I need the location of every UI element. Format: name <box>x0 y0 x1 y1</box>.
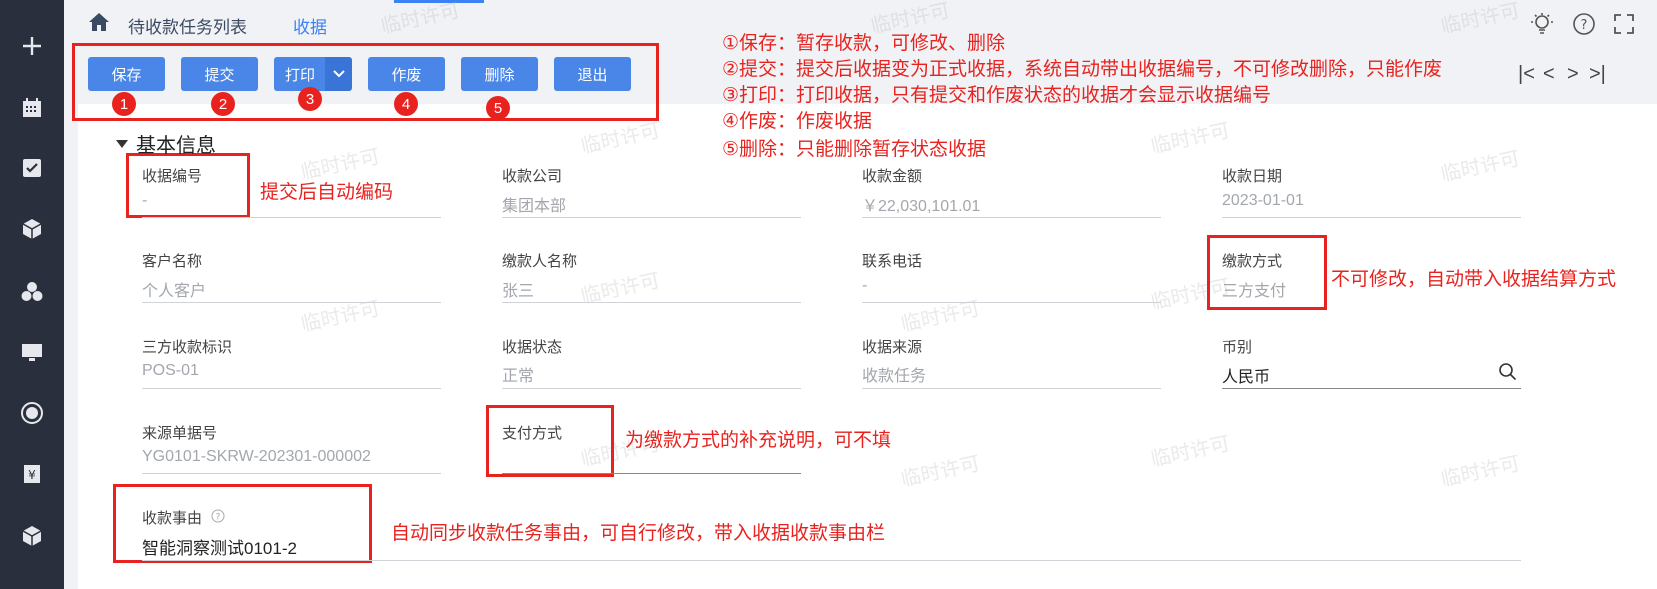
plus-icon[interactable] <box>18 32 46 60</box>
annotation-print: ③打印：打印收据，只有提交和作废状态的收据才会显示收据编号 <box>722 85 1272 106</box>
field-value-customer: 个人客户 <box>142 283 207 300</box>
lightbulb-icon[interactable] <box>1530 12 1554 36</box>
annotation-reason: 自动同步收款任务事由，可自行修改，带入收据收款事由栏 <box>391 523 886 544</box>
record-icon[interactable] <box>18 399 46 427</box>
field-underline <box>142 473 441 474</box>
field-label-reason: 收款事由 <box>142 510 203 527</box>
next-page-button[interactable]: > <box>1567 63 1579 86</box>
field-label-customer: 客户名称 <box>142 253 203 270</box>
collapse-caret-icon <box>116 139 128 148</box>
yuan-document-icon[interactable]: ¥ <box>18 460 46 488</box>
left-nav-rail: ¥ <box>0 0 64 589</box>
field-value-receipt-no: - <box>142 192 148 209</box>
field-underline <box>142 302 441 303</box>
breadcrumb-current[interactable]: 收据 <box>293 13 327 38</box>
field-label-amount: 收款金额 <box>862 168 923 185</box>
field-value-amount: ￥22,030,101.01 <box>862 198 981 215</box>
svg-text:?: ? <box>1581 18 1588 33</box>
field-underline <box>1222 388 1521 389</box>
cluster-icon[interactable] <box>18 278 46 306</box>
prev-page-button[interactable]: < <box>1543 63 1555 86</box>
fullscreen-icon[interactable] <box>1612 12 1636 36</box>
annotation-payment-method: 不可修改，自动带入收据结算方式 <box>1331 269 1617 290</box>
cube-icon[interactable] <box>18 215 46 243</box>
first-page-button[interactable]: |< <box>1518 63 1535 86</box>
currency-input[interactable]: 人民币 <box>1222 363 1270 387</box>
field-value-phone: - <box>862 277 868 294</box>
toolbar-annotation-box <box>72 43 659 121</box>
field-underline <box>502 302 801 303</box>
field-value-source: 收款任务 <box>862 368 927 385</box>
field-value-company: 集团本部 <box>502 198 567 215</box>
search-icon[interactable] <box>1498 362 1518 382</box>
last-page-button[interactable]: >| <box>1589 63 1606 86</box>
field-underline <box>142 560 1521 561</box>
cube-icon[interactable] <box>18 522 46 550</box>
section-header-basic-info[interactable]: 基本信息 <box>116 129 216 158</box>
field-underline <box>502 388 801 389</box>
section-title: 基本信息 <box>136 135 216 157</box>
monitor-icon[interactable] <box>18 338 46 366</box>
field-value-source-doc: YG0101-SKRW-202301-000002 <box>142 448 371 465</box>
field-value-status: 正常 <box>502 368 535 385</box>
field-value-payer: 张三 <box>502 283 535 300</box>
field-underline <box>502 217 801 218</box>
checklist-icon[interactable] <box>18 154 46 182</box>
field-label-source-doc: 来源单据号 <box>142 425 218 442</box>
field-underline <box>142 388 441 389</box>
field-label-receipt-no: 收据编号 <box>142 168 203 185</box>
field-underline <box>862 217 1161 218</box>
field-value-payment-method: 三方支付 <box>1222 283 1287 300</box>
field-label-pay-mode: 支付方式 <box>502 425 563 442</box>
help-circle-icon[interactable]: ? <box>211 509 225 523</box>
home-icon[interactable] <box>88 12 110 32</box>
field-underline <box>142 217 441 218</box>
field-label-status: 收据状态 <box>502 339 563 356</box>
annotation-pay-mode: 为缴款方式的补充说明，可不填 <box>625 430 892 451</box>
help-icon[interactable]: ? <box>1572 12 1596 36</box>
reason-input[interactable]: 智能洞察测试0101-2 <box>142 534 297 559</box>
field-label-source: 收据来源 <box>862 339 923 356</box>
svg-text:¥: ¥ <box>28 468 36 482</box>
field-label-phone: 联系电话 <box>862 253 923 270</box>
breadcrumb-parent[interactable]: 待收款任务列表 <box>128 13 247 38</box>
annotation-delete: ⑤删除：只能删除暂存状态收据 <box>722 139 987 160</box>
field-label-third-party-id: 三方收款标识 <box>142 339 233 356</box>
field-label-currency: 币别 <box>1222 339 1253 356</box>
calendar-icon[interactable] <box>18 94 46 122</box>
annotation-save: ①保存：暂存收款，可修改、删除 <box>722 33 1006 54</box>
annotation-void: ④作废：作废收据 <box>722 111 873 132</box>
svg-text:?: ? <box>216 513 221 523</box>
field-underline <box>1222 217 1521 218</box>
field-underline <box>502 473 801 474</box>
field-label-payment-method: 缴款方式 <box>1222 253 1283 270</box>
field-value-date: 2023-01-01 <box>1222 192 1304 209</box>
field-value-third-party-id: POS-01 <box>142 362 199 379</box>
field-label-payer: 缴款人名称 <box>502 253 578 270</box>
field-label-company: 收款公司 <box>502 168 563 185</box>
field-underline <box>862 388 1161 389</box>
annotation-submit: ②提交：提交后收据变为正式收据，系统自动带出收据编号，不可修改删除，只能作废 <box>722 59 1443 80</box>
annotation-receipt-no: 提交后自动编码 <box>260 182 394 203</box>
field-label-date: 收款日期 <box>1222 168 1283 185</box>
field-underline <box>862 302 1161 303</box>
